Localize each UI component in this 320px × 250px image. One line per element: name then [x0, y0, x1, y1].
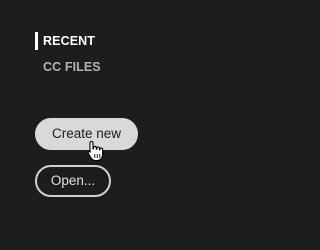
nav-item-recent[interactable]: RECENT — [35, 31, 101, 51]
side-nav: RECENT CC FILES — [35, 31, 101, 77]
nav-item-cc-files[interactable]: CC FILES — [35, 57, 101, 77]
create-new-button[interactable]: Create new — [35, 118, 138, 150]
open-button[interactable]: Open... — [35, 165, 111, 197]
